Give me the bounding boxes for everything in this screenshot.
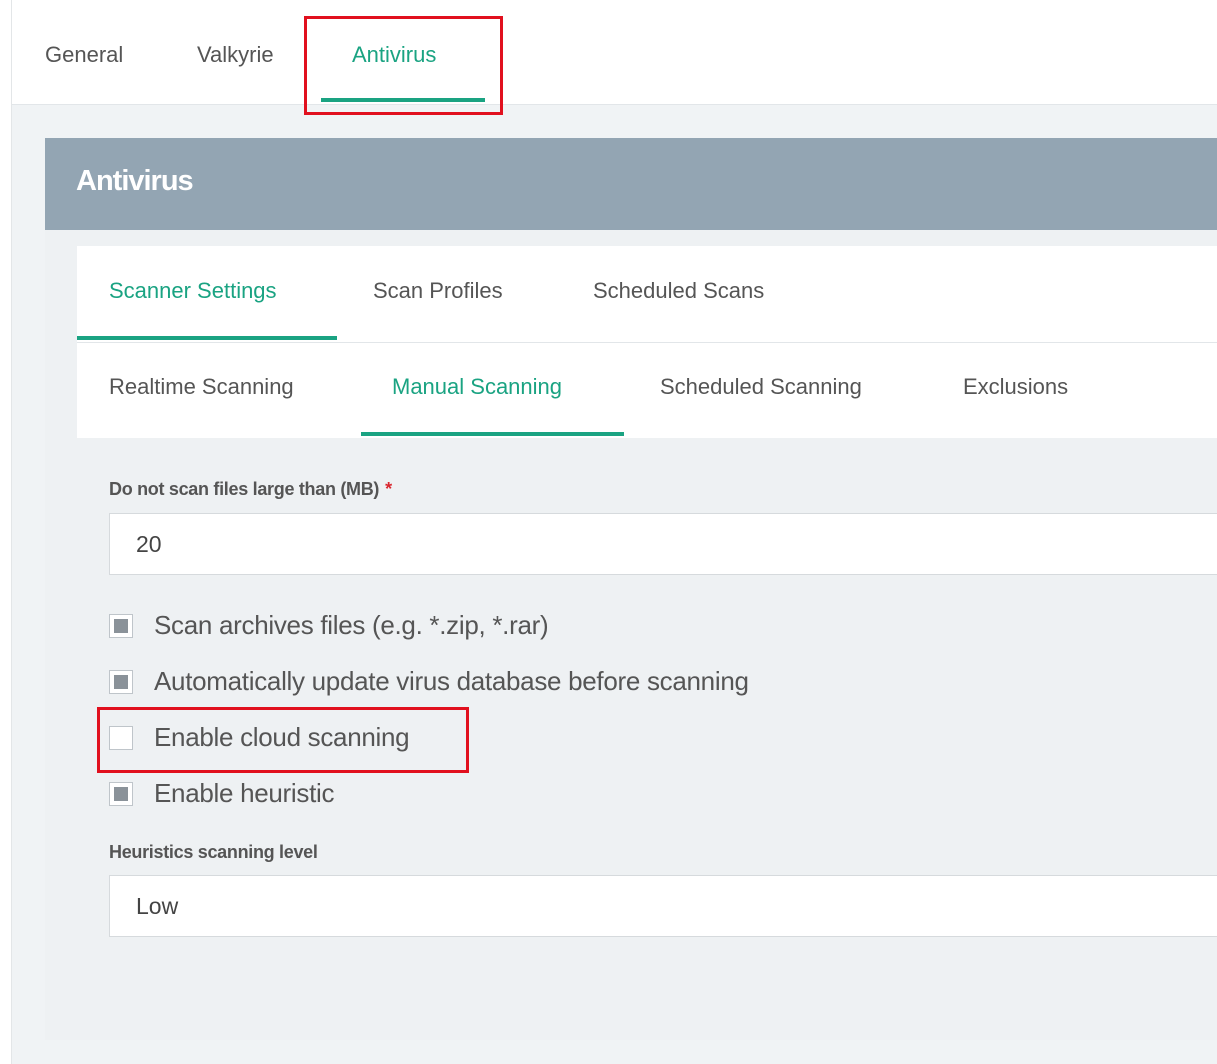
- tab-valkyrie[interactable]: Valkyrie: [197, 42, 274, 68]
- tab-scheduled-scanning[interactable]: Scheduled Scanning: [660, 374, 862, 400]
- tab-scheduled-scans[interactable]: Scheduled Scans: [593, 278, 764, 304]
- top-tab-bar: General Valkyrie Antivirus: [12, 0, 1217, 105]
- max-file-size-input[interactable]: [109, 513, 1217, 575]
- tab-general[interactable]: General: [45, 42, 123, 68]
- cloud-scanning-checkbox[interactable]: [109, 726, 133, 750]
- heuristics-level-select[interactable]: Low: [109, 875, 1217, 937]
- panel-title: Antivirus: [76, 165, 194, 197]
- scan-archives-label: Scan archives files (e.g. *.zip, *.rar): [154, 610, 549, 640]
- tab-antivirus-underline: [321, 98, 485, 102]
- tab-exclusions[interactable]: Exclusions: [963, 374, 1068, 400]
- auto-update-db-checkbox[interactable]: [109, 670, 133, 694]
- heuristic-label: Enable heuristic: [154, 778, 335, 808]
- max-file-size-label-text: Do not scan files large than (MB): [109, 479, 380, 499]
- tab-scanner-settings-underline: [77, 336, 337, 340]
- heuristic-checkbox[interactable]: [109, 782, 133, 806]
- tab-scan-profiles[interactable]: Scan Profiles: [373, 278, 503, 304]
- tab-realtime-scanning[interactable]: Realtime Scanning: [109, 374, 294, 400]
- scan-mode-tab-bar: Realtime Scanning Manual Scanning Schedu…: [77, 342, 1217, 438]
- left-edge-border: [0, 0, 12, 1064]
- section-tab-bar: Scanner Settings Scan Profiles Scheduled…: [77, 246, 1217, 343]
- scan-archives-checkbox[interactable]: [109, 614, 133, 638]
- auto-update-db-label: Automatically update virus database befo…: [154, 666, 749, 696]
- tab-scanner-settings[interactable]: Scanner Settings: [109, 278, 277, 304]
- heuristics-level-label: Heuristics scanning level: [109, 842, 318, 862]
- max-file-size-label: Do not scan files large than (MB) *: [109, 479, 392, 500]
- tabs-area: Scanner Settings Scan Profiles Scheduled…: [77, 246, 1217, 438]
- tab-manual-scanning-underline: [361, 432, 624, 436]
- required-mark: *: [385, 479, 392, 499]
- antivirus-panel: Antivirus Scanner Settings Scan Profiles…: [45, 138, 1217, 1040]
- tab-manual-scanning[interactable]: Manual Scanning: [392, 374, 562, 400]
- tab-antivirus[interactable]: Antivirus: [352, 42, 436, 68]
- cloud-scanning-label: Enable cloud scanning: [154, 722, 410, 752]
- panel-header: Antivirus: [45, 138, 1217, 230]
- panel-body: Scanner Settings Scan Profiles Scheduled…: [45, 230, 1217, 1040]
